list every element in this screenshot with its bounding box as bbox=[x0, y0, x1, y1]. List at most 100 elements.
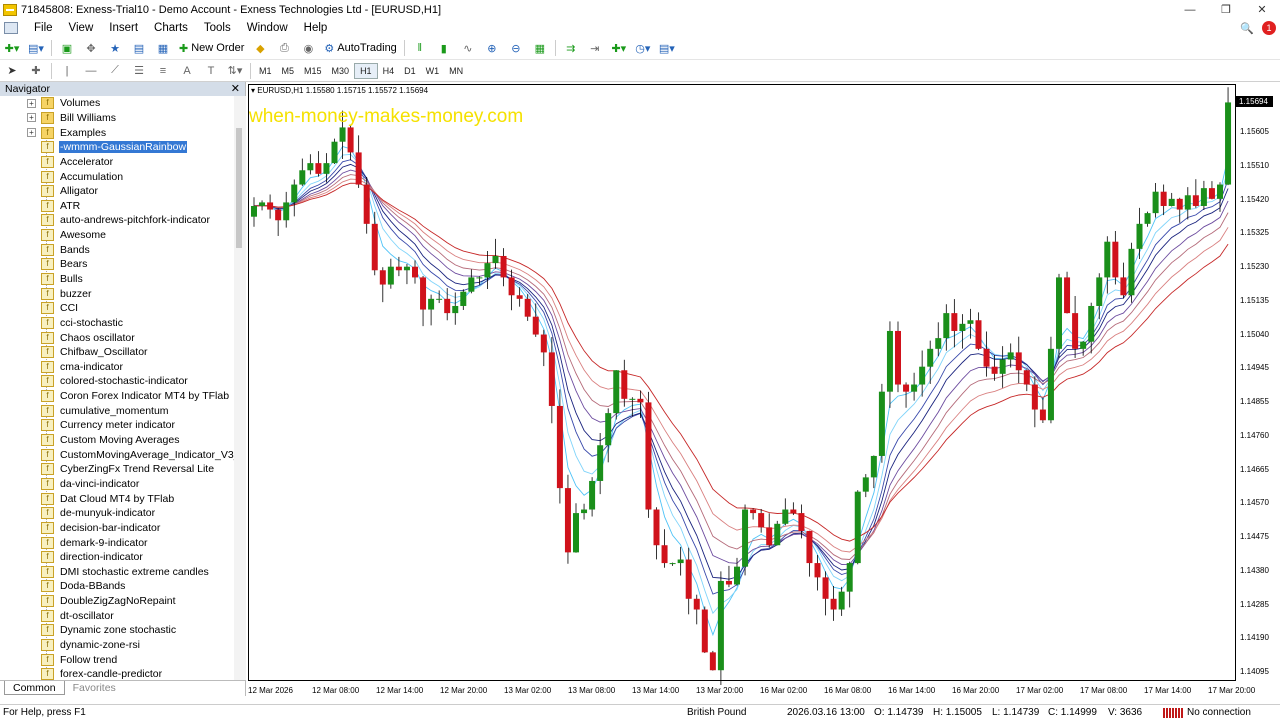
cursor-icon[interactable]: ➤ bbox=[2, 62, 22, 80]
tab-common[interactable]: Common bbox=[4, 681, 65, 695]
market-watch-icon[interactable]: ▣ bbox=[57, 39, 77, 57]
menu-charts[interactable]: Charts bbox=[146, 19, 196, 37]
navigator-indicator-item[interactable]: f Doda-BBands bbox=[0, 579, 234, 594]
navigator-indicator-item[interactable]: f de-munyuk-indicator bbox=[0, 506, 234, 521]
timeframe-w1[interactable]: W1 bbox=[421, 63, 445, 79]
navigator-indicator-item[interactable]: f Follow trend bbox=[0, 652, 234, 667]
alert-badge-icon[interactable]: 1 bbox=[1262, 21, 1276, 35]
terminal-icon[interactable]: ▤ bbox=[129, 39, 149, 57]
text-icon[interactable]: A bbox=[177, 62, 197, 80]
expand-icon[interactable]: + bbox=[27, 98, 36, 108]
menu-help[interactable]: Help bbox=[296, 19, 336, 37]
channel-icon[interactable]: ☰ bbox=[129, 62, 149, 80]
navigator-scrollbar[interactable] bbox=[234, 96, 246, 680]
chart-canvas[interactable] bbox=[248, 84, 1280, 696]
trendline-icon[interactable]: ⟋ bbox=[105, 62, 125, 80]
chart-shift-icon[interactable]: ⇥ bbox=[585, 39, 605, 57]
horizontal-line-icon[interactable]: — bbox=[81, 62, 101, 80]
navigator-indicator-item[interactable]: f CustomMovingAverage_Indicator_V3_V bbox=[0, 447, 234, 462]
navigator-indicator-item[interactable]: f -wmmm-GaussianRainbow bbox=[0, 140, 234, 155]
navigator-folder[interactable]: + f Bill Williams bbox=[0, 111, 234, 126]
menu-view[interactable]: View bbox=[61, 19, 102, 37]
navigator-indicator-item[interactable]: f da-vinci-indicator bbox=[0, 477, 234, 492]
navigator-indicator-item[interactable]: f CyberZingFx Trend Reversal Lite bbox=[0, 462, 234, 477]
navigator-folder[interactable]: + f Volumes bbox=[0, 96, 234, 111]
expand-icon[interactable]: + bbox=[27, 113, 36, 123]
new-order-button[interactable]: ✚ New Order bbox=[175, 39, 248, 57]
navigator-indicator-item[interactable]: f colored-stochastic-indicator bbox=[0, 374, 234, 389]
profiles-icon[interactable]: ▤▾ bbox=[26, 39, 46, 57]
navigator-indicator-item[interactable]: f forex-candle-predictor bbox=[0, 667, 234, 680]
menu-tools[interactable]: Tools bbox=[196, 19, 239, 37]
navigator-indicator-item[interactable]: f Bulls bbox=[0, 272, 234, 287]
navigator-indicator-item[interactable]: f DMI stochastic extreme candles bbox=[0, 565, 234, 580]
navigator-indicator-item[interactable]: f ATR bbox=[0, 198, 234, 213]
indicators-icon[interactable]: ✚▾ bbox=[609, 39, 629, 57]
navigator-indicator-item[interactable]: f buzzer bbox=[0, 286, 234, 301]
timeframe-m30[interactable]: M30 bbox=[327, 63, 355, 79]
new-chart-icon[interactable]: ✚▾ bbox=[2, 39, 22, 57]
navigator-indicator-item[interactable]: f Currency meter indicator bbox=[0, 418, 234, 433]
data-window-icon[interactable]: ✥ bbox=[81, 39, 101, 57]
navigator-indicator-item[interactable]: f Chaos oscillator bbox=[0, 330, 234, 345]
print-icon[interactable]: ⎙ bbox=[274, 39, 294, 57]
strategy-tester-icon[interactable]: ▦ bbox=[153, 39, 173, 57]
navigator-indicator-item[interactable]: f Accumulation bbox=[0, 169, 234, 184]
navigator-indicator-item[interactable]: f Dynamic zone stochastic bbox=[0, 623, 234, 638]
navigator-icon[interactable]: ★ bbox=[105, 39, 125, 57]
timeframe-m1[interactable]: M1 bbox=[254, 63, 277, 79]
templates-icon[interactable]: ▤▾ bbox=[657, 39, 677, 57]
vertical-line-icon[interactable]: | bbox=[57, 62, 77, 80]
navigator-indicator-item[interactable]: f Accelerator bbox=[0, 155, 234, 170]
record-icon[interactable]: ◉ bbox=[298, 39, 318, 57]
navigator-folder[interactable]: + f Examples bbox=[0, 125, 234, 140]
navigator-indicator-item[interactable]: f cumulative_momentum bbox=[0, 403, 234, 418]
metaeditor-icon[interactable]: ◆ bbox=[250, 39, 270, 57]
bar-chart-icon[interactable]: ‖ bbox=[410, 39, 430, 57]
timeframe-h1[interactable]: H1 bbox=[354, 62, 378, 79]
menu-insert[interactable]: Insert bbox=[101, 19, 146, 37]
navigator-indicator-item[interactable]: f Custom Moving Averages bbox=[0, 433, 234, 448]
chart-doc-icon[interactable] bbox=[4, 22, 18, 34]
candlestick-icon[interactable]: ▮ bbox=[434, 39, 454, 57]
close-button[interactable]: ✕ bbox=[1244, 0, 1280, 19]
autoscroll-icon[interactable]: ⇉ bbox=[561, 39, 581, 57]
zoom-in-icon[interactable]: ⊕ bbox=[482, 39, 502, 57]
crosshair-icon[interactable]: ✚ bbox=[26, 62, 46, 80]
navigator-indicator-item[interactable]: f cma-indicator bbox=[0, 360, 234, 375]
navigator-indicator-item[interactable]: f Alligator bbox=[0, 184, 234, 199]
navigator-indicator-item[interactable]: f CCI bbox=[0, 301, 234, 316]
timeframe-d1[interactable]: D1 bbox=[399, 63, 421, 79]
zoom-out-icon[interactable]: ⊖ bbox=[506, 39, 526, 57]
navigator-indicator-item[interactable]: f Chifbaw_Oscillator bbox=[0, 345, 234, 360]
menu-window[interactable]: Window bbox=[239, 19, 296, 37]
menu-file[interactable]: File bbox=[26, 19, 61, 37]
timeframe-m5[interactable]: M5 bbox=[277, 63, 300, 79]
search-icon[interactable]: 🔍 bbox=[1240, 22, 1254, 35]
navigator-indicator-item[interactable]: f Bands bbox=[0, 242, 234, 257]
navigator-indicator-item[interactable]: f demark-9-indicator bbox=[0, 535, 234, 550]
navigator-indicator-item[interactable]: f Awesome bbox=[0, 228, 234, 243]
timeframe-h4[interactable]: H4 bbox=[378, 63, 400, 79]
fibonacci-icon[interactable]: ≡ bbox=[153, 62, 173, 80]
autotrading-button[interactable]: ⚙ AutoTrading bbox=[320, 39, 400, 57]
navigator-indicator-item[interactable]: f dt-oscillator bbox=[0, 608, 234, 623]
arrows-icon[interactable]: ⇅▾ bbox=[225, 62, 245, 80]
tab-favorites[interactable]: Favorites bbox=[65, 681, 124, 695]
navigator-indicator-item[interactable]: f Dat Cloud MT4 by TFlab bbox=[0, 491, 234, 506]
text-label-icon[interactable]: T bbox=[201, 62, 221, 80]
chart-window[interactable]: ▾ EURUSD,H1 1.15580 1.15715 1.15572 1.15… bbox=[248, 84, 1280, 696]
tile-windows-icon[interactable]: ▦ bbox=[530, 39, 550, 57]
timeframe-m15[interactable]: M15 bbox=[299, 63, 327, 79]
navigator-indicator-item[interactable]: f cci-stochastic bbox=[0, 316, 234, 331]
navigator-indicator-item[interactable]: f Bears bbox=[0, 257, 234, 272]
navigator-indicator-item[interactable]: f Coron Forex Indicator MT4 by TFlab bbox=[0, 389, 234, 404]
timeframe-mn[interactable]: MN bbox=[444, 63, 468, 79]
minimize-button[interactable]: — bbox=[1172, 0, 1208, 19]
scrollbar-thumb[interactable] bbox=[236, 128, 242, 248]
line-chart-icon[interactable]: ∿ bbox=[458, 39, 478, 57]
navigator-close-icon[interactable]: ✕ bbox=[231, 82, 240, 96]
navigator-indicator-item[interactable]: f decision-bar-indicator bbox=[0, 521, 234, 536]
navigator-indicator-item[interactable]: f dynamic-zone-rsi bbox=[0, 638, 234, 653]
periods-icon[interactable]: ◷▾ bbox=[633, 39, 653, 57]
